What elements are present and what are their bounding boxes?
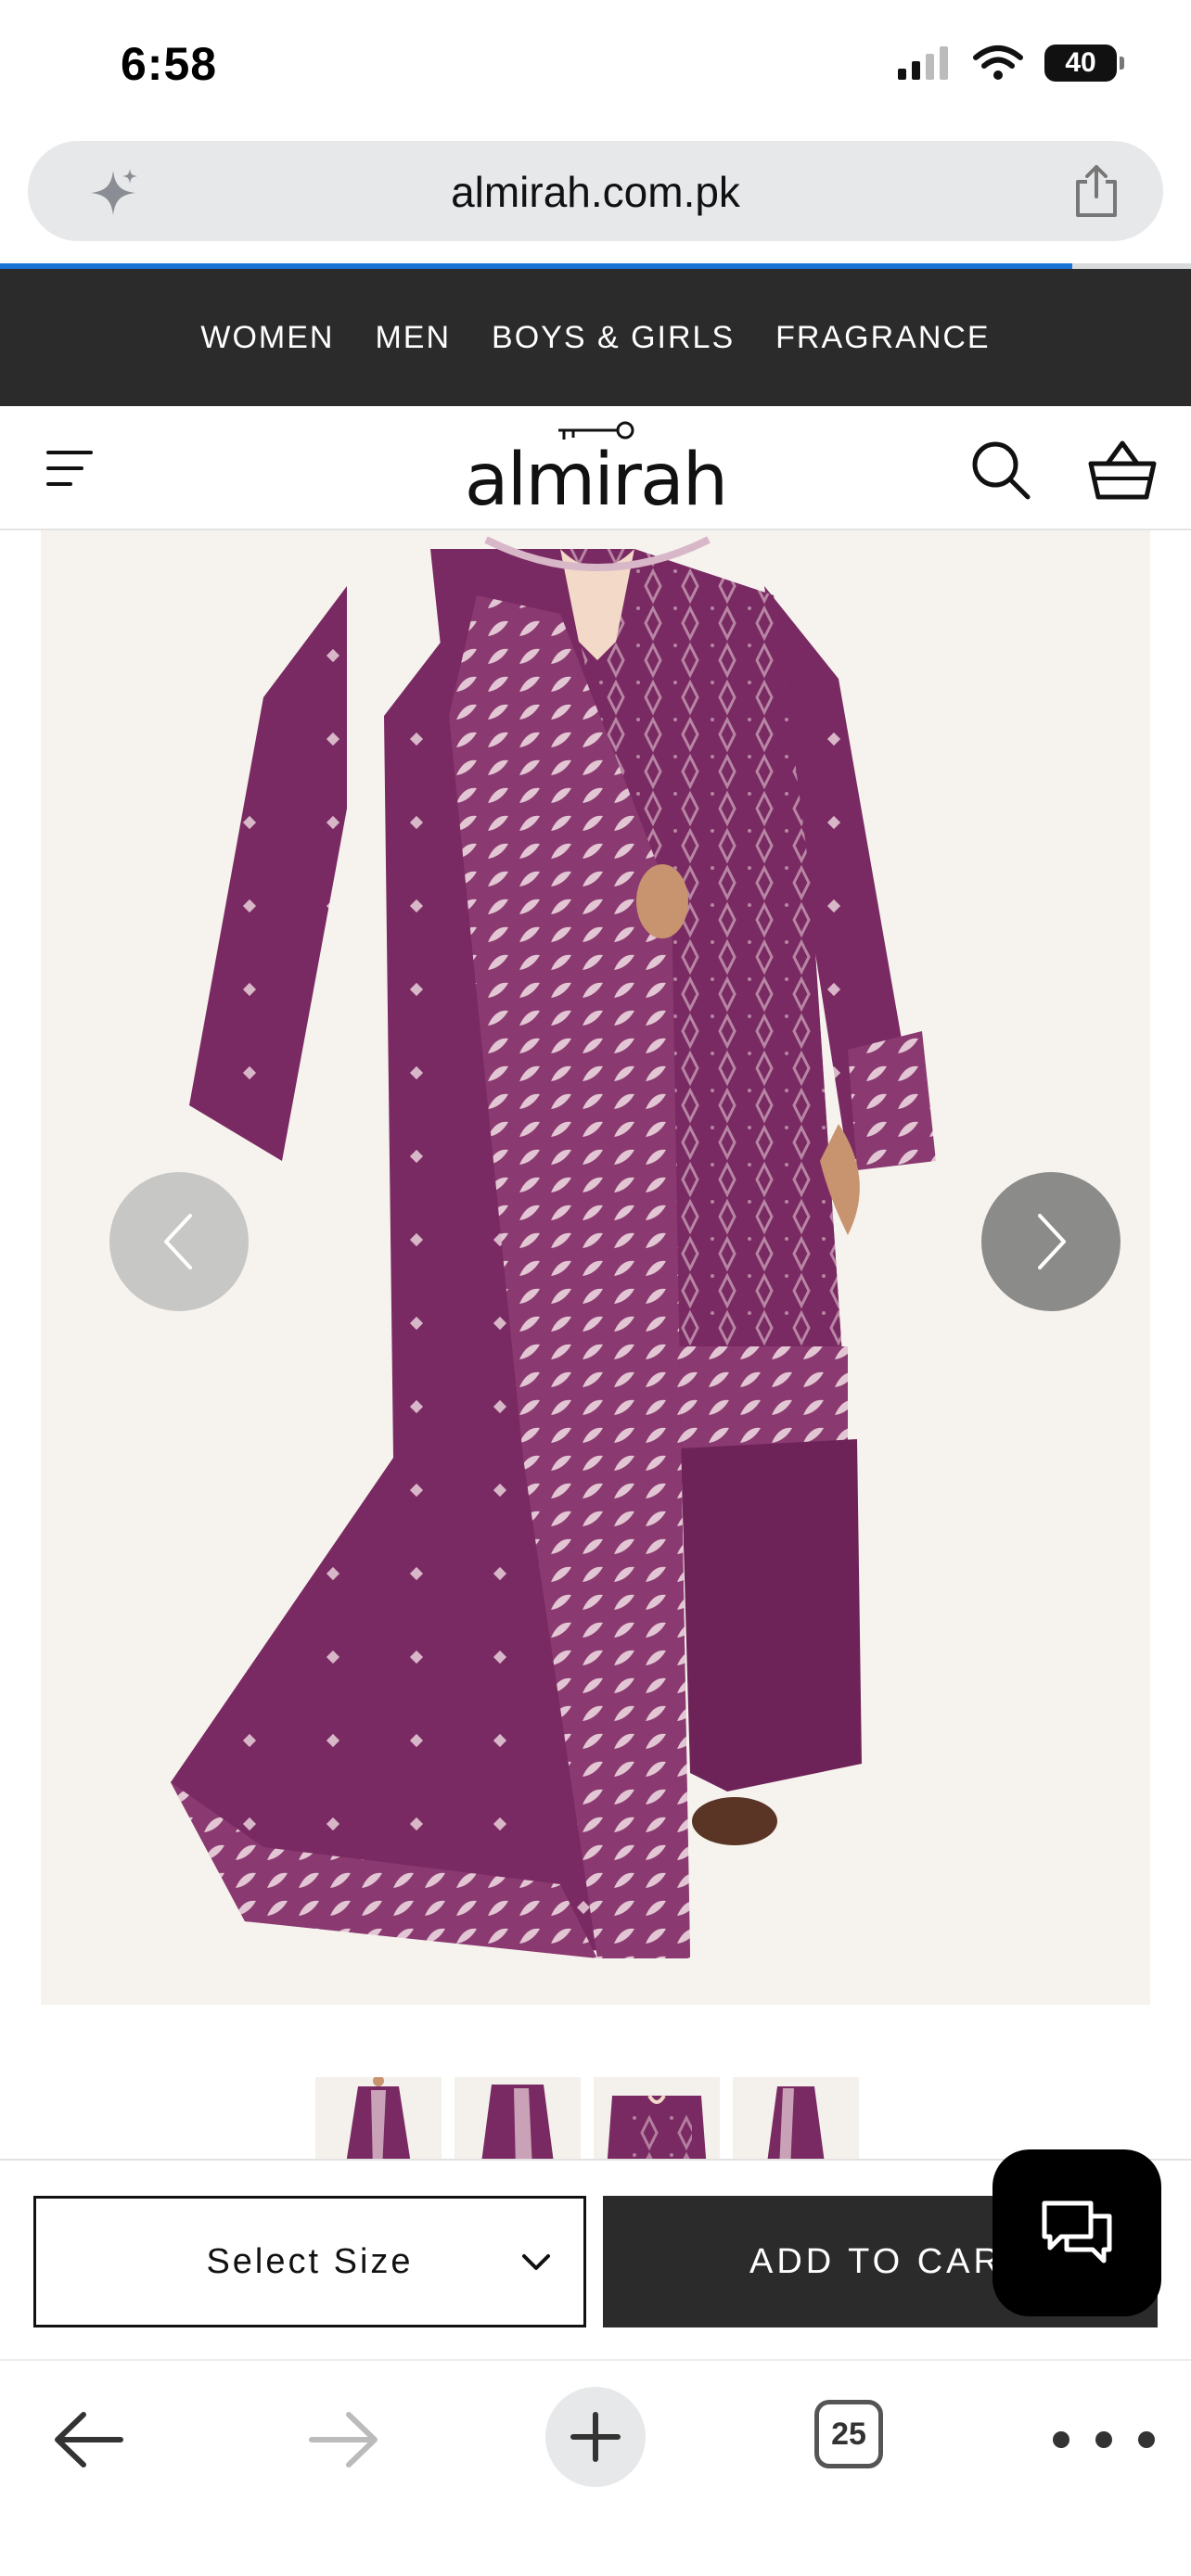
nav-women[interactable]: WOMEN <box>200 320 334 356</box>
product-page: 6:58 40 almirah.com.pk WOMEN MEN BOYS & … <box>0 0 1191 2576</box>
site-header: almirah <box>0 406 1191 530</box>
thumbnail[interactable] <box>594 2077 720 2159</box>
chat-bubbles-icon <box>1042 2200 1112 2264</box>
gallery-next-button[interactable] <box>981 1172 1121 1311</box>
status-bar: 6:58 40 <box>0 0 1191 139</box>
thumbnail[interactable] <box>455 2077 581 2159</box>
new-tab-button[interactable] <box>545 2387 646 2487</box>
status-time: 6:58 <box>121 38 218 90</box>
chevron-left-icon <box>164 1214 192 1269</box>
thumbnail-image <box>346 2077 411 2159</box>
status-icons: 40 <box>896 45 1124 82</box>
chat-button[interactable] <box>992 2149 1161 2316</box>
address-bar[interactable]: almirah.com.pk <box>28 141 1163 241</box>
product-image-gallery[interactable] <box>41 530 1150 2005</box>
back-arrow-icon[interactable] <box>52 2407 126 2472</box>
plus-icon <box>570 2412 621 2462</box>
chevron-down-icon <box>522 2254 550 2270</box>
nav-fragrance[interactable]: FRAGRANCE <box>775 320 990 356</box>
forward-arrow-icon[interactable] <box>306 2407 380 2472</box>
tabs-icon[interactable]: 25 <box>814 2400 883 2468</box>
thumbnail-image <box>481 2085 554 2159</box>
size-select[interactable]: Select Size <box>33 2196 586 2327</box>
thumbnail[interactable] <box>733 2077 859 2159</box>
cellular-signal-icon <box>898 46 948 80</box>
share-icon[interactable] <box>1070 163 1122 219</box>
size-select-label: Select Size <box>206 2241 414 2281</box>
more-icon[interactable] <box>1048 2426 1159 2454</box>
url-text[interactable]: almirah.com.pk <box>28 167 1163 217</box>
battery-icon: 40 <box>1044 45 1124 82</box>
thumbnail-image <box>607 2094 707 2159</box>
thumbnail-strip <box>315 2077 859 2159</box>
thumbnail[interactable] <box>315 2077 442 2159</box>
thumbnail-image <box>767 2086 825 2159</box>
nav-men[interactable]: MEN <box>375 320 451 356</box>
category-nav: WOMEN MEN BOYS & GIRLS FRAGRANCE <box>0 269 1191 406</box>
shopping-basket-icon[interactable] <box>1087 438 1158 503</box>
nav-boys-girls[interactable]: BOYS & GIRLS <box>492 320 735 356</box>
chevron-right-icon <box>1038 1214 1066 1269</box>
wifi-icon <box>973 45 1023 80</box>
search-icon[interactable] <box>968 438 1033 503</box>
browser-toolbar: 25 <box>0 2359 1191 2576</box>
gallery-prev-button[interactable] <box>109 1172 249 1311</box>
